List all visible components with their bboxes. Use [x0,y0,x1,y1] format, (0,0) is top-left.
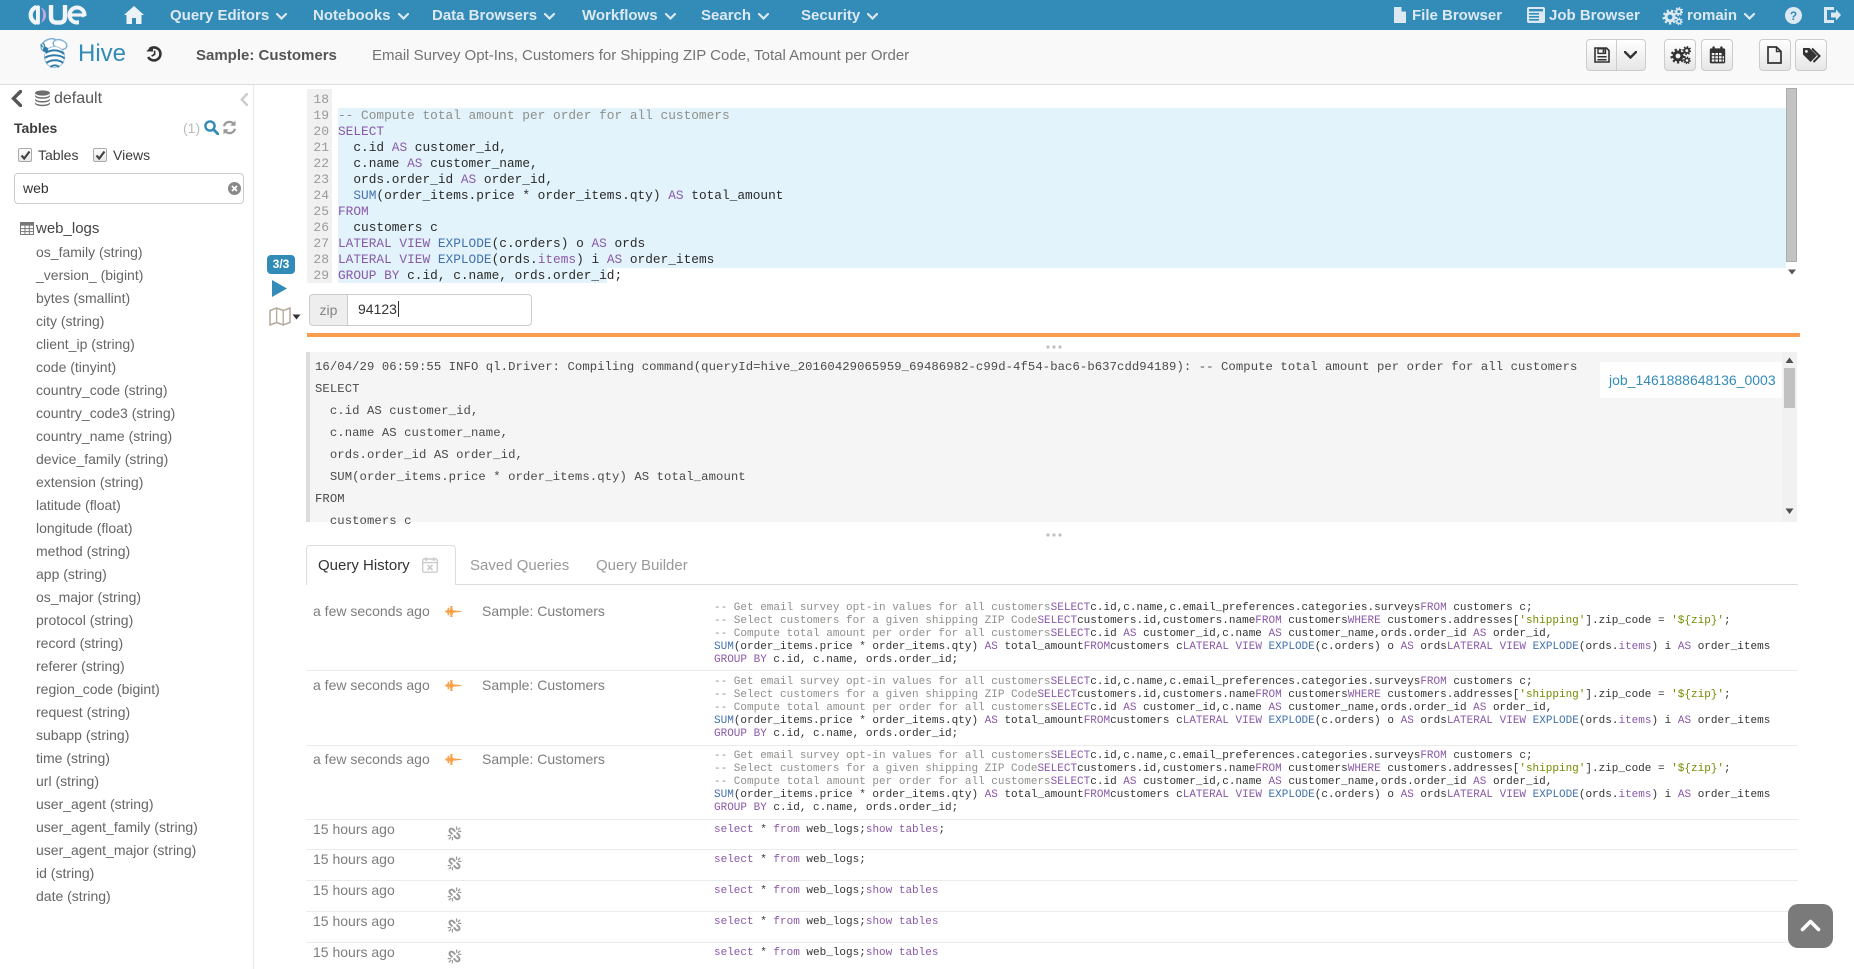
svg-text:?: ? [1790,9,1797,23]
